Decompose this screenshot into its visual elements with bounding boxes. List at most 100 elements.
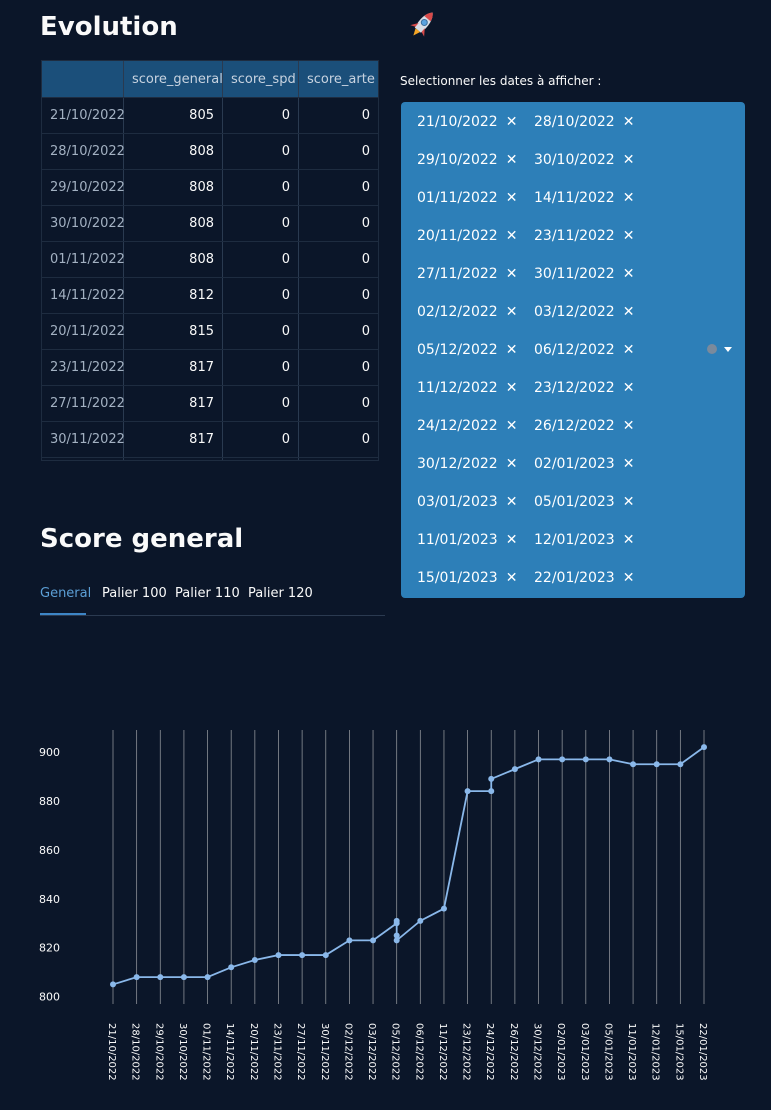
selected-date-tag[interactable]: 21/10/2022 ✕ <box>417 114 517 130</box>
close-icon[interactable]: ✕ <box>623 342 635 358</box>
selected-date-tag[interactable]: 28/10/2022 ✕ <box>534 114 634 130</box>
table-header: score_general score_spd score_arte <box>42 61 378 97</box>
selected-date-tag[interactable]: 02/01/2023 ✕ <box>534 456 634 472</box>
close-icon[interactable]: ✕ <box>623 228 635 244</box>
selected-date-tag[interactable]: 03/12/2022 ✕ <box>534 304 634 320</box>
table-cell: 0 <box>361 324 370 339</box>
selected-date-tag[interactable]: 01/11/2022 ✕ <box>417 190 517 206</box>
close-icon[interactable]: ✕ <box>506 304 518 320</box>
table-cell <box>299 458 378 460</box>
column-header[interactable] <box>42 61 124 97</box>
close-icon[interactable]: ✕ <box>506 266 518 282</box>
close-icon[interactable]: ✕ <box>623 494 635 510</box>
clear-all-icon[interactable] <box>707 344 717 354</box>
selected-date-tag[interactable]: 20/11/2022 ✕ <box>417 228 517 244</box>
data-point <box>630 761 637 768</box>
selected-date-tag[interactable]: 30/11/2022 ✕ <box>534 266 634 282</box>
close-icon[interactable]: ✕ <box>623 114 635 130</box>
x-tick-label: 02/01/2023 <box>555 1023 566 1081</box>
table-row[interactable]: 23/11/2022 817 0 0 <box>42 349 378 385</box>
x-tick-label: 23/11/2022 <box>271 1023 282 1081</box>
close-icon[interactable]: ✕ <box>506 494 518 510</box>
selected-date-tag[interactable]: 27/11/2022 ✕ <box>417 266 517 282</box>
close-icon[interactable]: ✕ <box>623 190 635 206</box>
data-point <box>110 981 116 988</box>
selected-date-tag[interactable]: 24/12/2022 ✕ <box>417 418 517 434</box>
selected-date-tag[interactable]: 05/12/2022 ✕ <box>417 342 517 358</box>
data-point <box>417 917 424 924</box>
selected-date-tag[interactable]: 03/01/2023 ✕ <box>417 494 517 510</box>
chevron-down-icon[interactable] <box>724 347 732 352</box>
selected-date-tag[interactable]: 22/01/2023 ✕ <box>534 570 634 586</box>
selected-date-tag[interactable]: 15/01/2023 ✕ <box>417 570 517 586</box>
selected-date-tag[interactable]: 30/12/2022 ✕ <box>417 456 517 472</box>
tab-palier-110[interactable]: Palier 110 <box>175 586 240 601</box>
data-point <box>133 974 140 981</box>
selected-date-tag[interactable]: 02/12/2022 ✕ <box>417 304 517 320</box>
tag-label: 28/10/2022 <box>534 114 615 130</box>
tab-general[interactable]: General <box>40 586 91 601</box>
table-row[interactable]: 14/11/2022 812 0 0 <box>42 277 378 313</box>
date-select-label: Selectionner les dates à afficher : <box>400 74 602 88</box>
data-point <box>299 952 306 959</box>
data-point <box>677 761 684 768</box>
close-icon[interactable]: ✕ <box>623 456 635 472</box>
close-icon[interactable]: ✕ <box>506 418 518 434</box>
x-tick-label: 22/01/2023 <box>697 1023 708 1081</box>
table-row[interactable]: 29/10/2022 808 0 0 <box>42 169 378 205</box>
close-icon[interactable]: ✕ <box>623 304 635 320</box>
close-icon[interactable]: ✕ <box>506 532 518 548</box>
date-multiselect[interactable]: 21/10/2022 ✕ 28/10/2022 ✕ 29/10/2022 ✕ 30/10/2… <box>401 102 745 598</box>
selected-date-tag[interactable]: 26/12/2022 ✕ <box>534 418 634 434</box>
selected-date-tag[interactable]: 29/10/2022 ✕ <box>417 152 517 168</box>
column-header[interactable]: score_general <box>124 61 223 97</box>
column-header[interactable]: score_spd <box>223 61 299 97</box>
column-header[interactable]: score_arte <box>299 61 378 97</box>
tag-label: 22/01/2023 <box>534 570 615 586</box>
selected-date-tag[interactable]: 14/11/2022 ✕ <box>534 190 634 206</box>
y-tick-label: 860 <box>39 844 60 857</box>
table-row[interactable]: 20/11/2022 815 0 0 <box>42 313 378 349</box>
table-row[interactable]: 28/10/2022 808 0 0 <box>42 133 378 169</box>
selected-date-tag[interactable]: 30/10/2022 ✕ <box>534 152 634 168</box>
close-icon[interactable]: ✕ <box>506 114 518 130</box>
close-icon[interactable]: ✕ <box>506 570 518 586</box>
selected-date-tag[interactable]: 23/11/2022 ✕ <box>534 228 634 244</box>
tag-label: 03/01/2023 <box>417 494 498 510</box>
table-cell <box>124 458 223 460</box>
table-cell: 817 <box>124 422 223 457</box>
evolution-table[interactable]: score_general score_spd score_arte 21/10… <box>41 60 379 461</box>
x-tick-label: 11/12/2022 <box>437 1023 448 1081</box>
close-icon[interactable]: ✕ <box>506 228 518 244</box>
selected-date-tag[interactable]: 23/12/2022 ✕ <box>534 380 634 396</box>
table-cell: 817 <box>124 350 223 385</box>
tag-label: 01/11/2022 <box>417 190 498 206</box>
close-icon[interactable]: ✕ <box>506 152 518 168</box>
table-row[interactable] <box>42 457 378 460</box>
close-icon[interactable]: ✕ <box>506 190 518 206</box>
tag-label: 02/01/2023 <box>534 456 615 472</box>
tab-palier-120[interactable]: Palier 120 <box>248 586 313 601</box>
close-icon[interactable]: ✕ <box>506 380 518 396</box>
selected-date-tag[interactable]: 06/12/2022 ✕ <box>534 342 634 358</box>
close-icon[interactable]: ✕ <box>506 342 518 358</box>
close-icon[interactable]: ✕ <box>506 456 518 472</box>
selected-date-tag[interactable]: 05/01/2023 ✕ <box>534 494 634 510</box>
table-cell: 0 <box>361 288 370 303</box>
close-icon[interactable]: ✕ <box>623 532 635 548</box>
close-icon[interactable]: ✕ <box>623 266 635 282</box>
table-row[interactable]: 27/11/2022 817 0 0 <box>42 385 378 421</box>
close-icon[interactable]: ✕ <box>623 570 635 586</box>
selected-date-tag[interactable]: 11/12/2022 ✕ <box>417 380 517 396</box>
close-icon[interactable]: ✕ <box>623 418 635 434</box>
close-icon[interactable]: ✕ <box>623 380 635 396</box>
table-row[interactable]: 01/11/2022 808 0 0 <box>42 241 378 277</box>
table-row[interactable]: 30/10/2022 808 0 0 <box>42 205 378 241</box>
x-tick-label: 12/01/2023 <box>650 1023 661 1081</box>
table-row[interactable]: 21/10/2022 805 0 0 <box>42 97 378 133</box>
tab-palier-100[interactable]: Palier 100 <box>102 586 167 601</box>
selected-date-tag[interactable]: 12/01/2023 ✕ <box>534 532 634 548</box>
close-icon[interactable]: ✕ <box>623 152 635 168</box>
selected-date-tag[interactable]: 11/01/2023 ✕ <box>417 532 517 548</box>
table-row[interactable]: 30/11/2022 817 0 0 <box>42 421 378 457</box>
